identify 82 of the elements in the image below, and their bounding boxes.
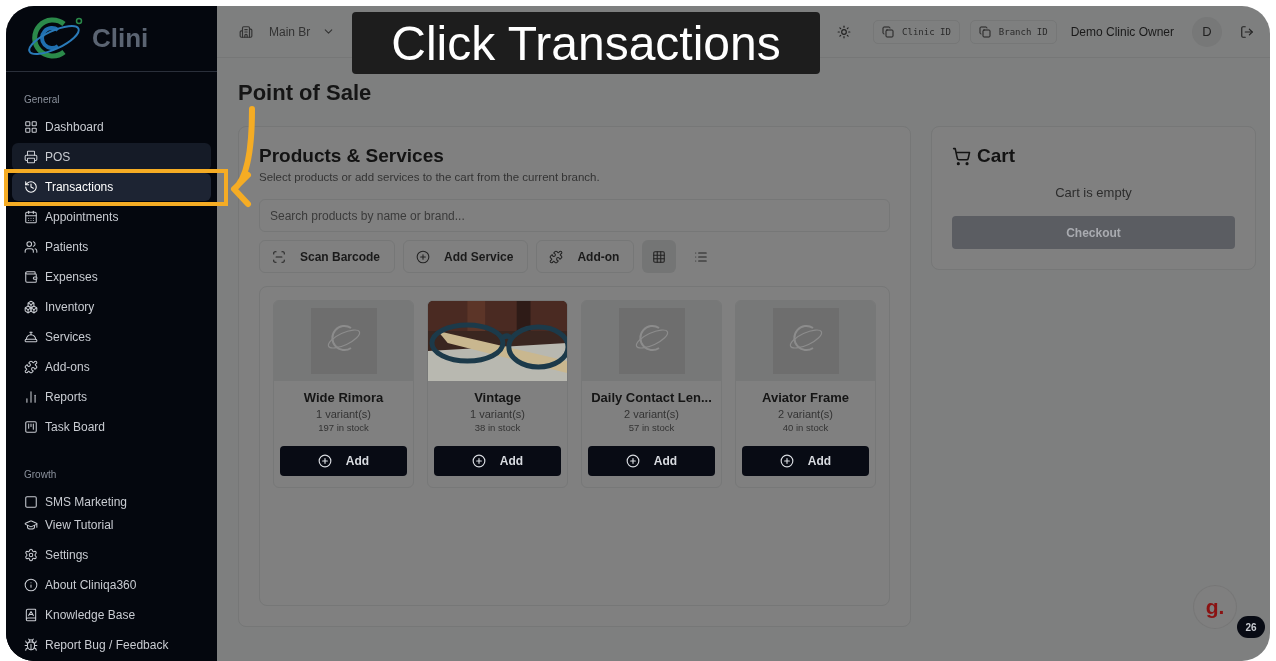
sidebar-item[interactable]: Expenses [12, 262, 211, 291]
settings-icon [24, 548, 38, 562]
product-name: Wide Rimora [303, 390, 384, 405]
graduation-cap-icon [24, 518, 38, 532]
sidebar-item[interactable]: Reports [12, 382, 211, 411]
sidebar-item[interactable]: SMS Marketing [12, 487, 211, 511]
wallet-icon [24, 269, 38, 284]
plus-circle-icon [779, 454, 794, 468]
sidebar-item[interactable]: View Tutorial [12, 511, 211, 539]
list-view-icon [694, 249, 709, 264]
page-title: Point of Sale [238, 79, 373, 107]
info-icon [24, 578, 38, 592]
card-title: Cart [977, 145, 1015, 167]
avatar[interactable]: D [1192, 16, 1222, 47]
section-title: General [23, 93, 61, 105]
instruction-callout: Click Transactions [352, 12, 820, 74]
add-button[interactable]: Add [742, 446, 869, 476]
plus-circle-icon [416, 249, 431, 264]
sidebar-item[interactable]: Dashboard [12, 112, 211, 141]
users-icon [24, 239, 38, 254]
section-title: Growth [23, 468, 58, 480]
sidebar-item[interactable]: Transactions [12, 172, 211, 201]
product-name: Aviator Frame [762, 390, 849, 405]
copy-id-button[interactable]: Branch ID [969, 19, 1057, 44]
placeholder-logo-icon [772, 308, 839, 374]
sidebar-item[interactable]: Appointments [12, 202, 211, 231]
card-title: Products & Services [259, 145, 445, 167]
logo-text: Clini [92, 22, 149, 54]
view-toggle[interactable] [642, 240, 677, 273]
add-button[interactable]: Add [434, 446, 561, 476]
toolbar-button[interactable]: Add-on [536, 240, 635, 273]
placeholder-logo-icon [310, 308, 377, 374]
product-name: Daily Contact Len... [591, 390, 712, 405]
sidebar-item[interactable]: Task Board [12, 412, 211, 441]
product-name: Vintage [474, 390, 521, 405]
calendar-icon [24, 209, 38, 224]
add-button[interactable]: Add [588, 446, 715, 476]
theme-icon[interactable] [837, 24, 852, 39]
user-name: Demo Clinic Owner [1070, 24, 1174, 39]
grid-view-icon [652, 249, 667, 264]
sidebar-item[interactable]: About Cliniqa360 [12, 571, 211, 599]
copy-icon [882, 25, 895, 38]
scan-icon [272, 249, 286, 264]
bug-icon [24, 638, 38, 652]
sidebar-item[interactable]: POS [12, 142, 211, 171]
sidebar-item[interactable]: Knowledge Base [12, 601, 211, 629]
boxes-icon [24, 299, 38, 314]
variant-count: 1 variant(s) [316, 408, 371, 420]
toolbar-button[interactable]: Scan Barcode [259, 240, 396, 273]
variant-count: 1 variant(s) [470, 408, 525, 420]
book-icon [24, 608, 38, 622]
search-field[interactable]: Search products by name or brand... [259, 199, 890, 232]
plus-circle-icon [317, 454, 332, 468]
copy-id-button[interactable]: Clinic ID [873, 19, 960, 44]
sidebar-item[interactable]: Report Bug / Feedback [12, 631, 211, 659]
variant-count: 2 variant(s) [778, 408, 833, 420]
printer-icon [24, 149, 38, 164]
kanban-icon [24, 419, 38, 434]
cart-icon [952, 146, 971, 166]
puzzle-icon [24, 359, 38, 374]
plus-circle-icon [625, 454, 640, 468]
empty-message: Cart is empty [1054, 185, 1133, 200]
logout-icon[interactable] [1240, 24, 1254, 39]
toolbar-button[interactable]: Add Service [403, 240, 529, 273]
placeholder-logo-icon [618, 308, 685, 374]
bell-icon [24, 329, 38, 344]
variant-count: 2 variant(s) [624, 408, 679, 420]
plus-circle-icon [471, 454, 486, 468]
grid-icon [24, 119, 38, 134]
card-subtitle: Select products or add services to the cart from the current branch. [259, 171, 601, 183]
chart-icon [24, 389, 38, 404]
sidebar-item[interactable]: Add-ons [12, 352, 211, 381]
puzzle-icon [549, 249, 564, 264]
square-icon [24, 494, 38, 509]
sidebar-item[interactable]: Settings [12, 541, 211, 569]
add-button[interactable]: Add [280, 446, 407, 476]
copy-icon [978, 25, 991, 38]
history-icon [24, 179, 38, 194]
sidebar-item[interactable]: Services [12, 322, 211, 351]
sidebar-item[interactable]: Inventory [12, 292, 211, 321]
sidebar-item[interactable]: Patients [12, 232, 211, 261]
building-icon [239, 24, 253, 39]
